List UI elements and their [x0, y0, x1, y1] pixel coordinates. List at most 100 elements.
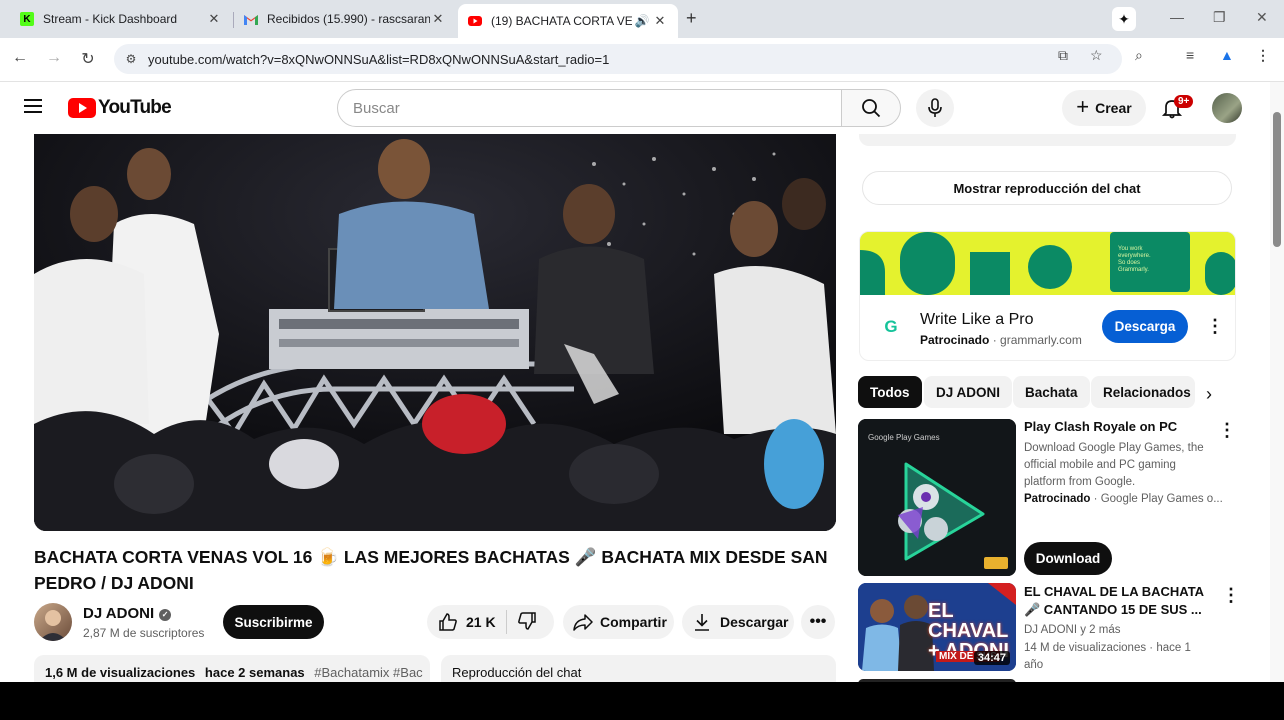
voice-search-button[interactable]	[916, 89, 954, 127]
tab-title: Recibidos (15.990) - rascsarang	[267, 12, 430, 26]
media-controls-icon[interactable]: ≡	[1186, 47, 1194, 63]
close-icon[interactable]: ✕	[652, 13, 668, 29]
restore-icon[interactable]: ❐	[1213, 9, 1226, 26]
ad-sponsor-line: Patrocinado · grammarly.com	[920, 333, 1082, 347]
close-icon[interactable]: ✕	[430, 11, 446, 27]
rec-description: Download Google Play Games, the official…	[1024, 442, 1204, 488]
share-button[interactable]: Compartir	[563, 605, 674, 639]
grammarly-logo-icon: G	[878, 314, 904, 340]
bookmark-star-icon[interactable]: ☆	[1090, 47, 1103, 64]
rec-more-icon[interactable]: ⋮	[1218, 421, 1236, 439]
chat-replay-panel[interactable]: Reproducción del chat	[441, 655, 836, 682]
address-bar[interactable]: ⚙ youtube.com/watch?v=8xQNwONNSuA&list=R…	[114, 44, 1122, 74]
download-button[interactable]: Descargar	[682, 605, 794, 639]
verified-check-icon: ✓	[159, 609, 172, 621]
sidebar-top-card	[859, 134, 1236, 146]
thumbs-up-icon	[439, 613, 457, 631]
forward-icon[interactable]: →	[44, 49, 64, 67]
hamburger-menu-icon[interactable]	[24, 99, 42, 113]
scrollbar-thumb[interactable]	[1273, 112, 1281, 247]
logo-text: YouTube	[98, 97, 172, 118]
chip-bachata[interactable]: Bachata	[1013, 376, 1090, 408]
thumbs-down-icon	[518, 611, 536, 630]
rec-title[interactable]: EL CHAVAL DE LA BACHATA 🎤 CANTANDO 15 DE…	[1024, 583, 1204, 619]
bottom-black-bar	[0, 682, 1284, 720]
more-horizontal-icon: •••	[809, 613, 827, 630]
window-close-icon[interactable]: ✕	[1256, 9, 1268, 26]
rec-channel[interactable]: DJ ADONI y 2 más	[1024, 622, 1209, 639]
description-box[interactable]: 1,6 M de visualizaciones hace 2 semanas …	[34, 655, 430, 682]
tab-title: Stream - Kick Dashboard	[43, 12, 178, 26]
page-scrollbar[interactable]	[1270, 82, 1284, 682]
create-button[interactable]: + Crear	[1062, 90, 1146, 126]
download-icon	[695, 614, 709, 631]
gmail-icon	[244, 12, 258, 26]
rec-views: 14 M de visualizaciones	[1024, 642, 1147, 654]
video-frame	[34, 134, 836, 531]
cast-icon[interactable]: ⧉	[1058, 47, 1068, 64]
search-button[interactable]	[841, 89, 901, 127]
youtube-icon	[468, 14, 482, 28]
close-icon[interactable]: ✕	[206, 11, 222, 27]
chip-relacionados[interactable]: Relacionados	[1091, 376, 1195, 408]
browser-menu-icon[interactable]: ⋮	[1256, 47, 1270, 64]
chat-replay-title: Reproducción del chat	[452, 665, 582, 680]
ad-title: Write Like a Pro	[920, 311, 1034, 328]
notification-badge: 9+	[1174, 95, 1194, 108]
more-actions-button[interactable]: •••	[801, 605, 835, 639]
sponsored-label: Patrocinado	[920, 333, 990, 347]
new-tab-button[interactable]: +	[686, 8, 697, 29]
rec-sponsor-line: Patrocinado · Google Play Games o...	[1024, 493, 1223, 505]
drive-icon[interactable]: ▲	[1220, 47, 1234, 63]
channel-name[interactable]: DJ ADONI ✓	[83, 605, 172, 622]
browser-toolbar: ← → ↻ ⚙ youtube.com/watch?v=8xQNwONNSuA&…	[0, 38, 1284, 82]
video-duration: 34:47	[973, 651, 1010, 665]
video-player[interactable]	[34, 134, 836, 531]
dislike-button[interactable]	[507, 611, 537, 634]
rec-sponsored-label: Patrocinado	[1024, 493, 1091, 505]
rec-thumbnail[interactable]: Google Play Games	[858, 419, 1016, 576]
youtube-play-icon	[68, 98, 96, 118]
site-info-icon[interactable]: ⚙	[114, 52, 148, 66]
url-text[interactable]: youtube.com/watch?v=8xQNwONNSuA&list=RD8…	[148, 52, 609, 67]
ad-more-icon[interactable]: ⋮	[1206, 317, 1224, 335]
like-button[interactable]: 21 K	[427, 610, 507, 634]
view-count: 1,6 M de visualizaciones	[45, 665, 196, 680]
show-chat-replay-button[interactable]: Mostrar reproducción del chat	[862, 171, 1232, 205]
channel-name-text: DJ ADONI	[83, 605, 155, 622]
rec-advertiser: Google Play Games o...	[1100, 493, 1223, 505]
tab-kick[interactable]: K Stream - Kick Dashboard ✕	[10, 4, 232, 34]
tab-gmail[interactable]: Recibidos (15.990) - rascsarang ✕	[234, 4, 456, 34]
download-label: Descargar	[720, 614, 789, 630]
channel-avatar[interactable]	[34, 603, 72, 641]
rec-download-button[interactable]: Download	[1024, 542, 1112, 575]
tab-youtube[interactable]: (19) BACHATA CORTA VENA 🔊 ✕	[458, 4, 678, 38]
ad-banner: You work everywhere. So does Grammarly.	[860, 232, 1235, 295]
create-label: Crear	[1095, 100, 1132, 116]
ad-card[interactable]: You work everywhere. So does Grammarly. G W…	[859, 231, 1236, 361]
minimize-icon[interactable]: —	[1170, 9, 1184, 25]
like-count: 21 K	[466, 614, 496, 630]
video-title: BACHATA CORTA VENAS VOL 16 🍺 LAS MEJORES…	[34, 547, 828, 593]
back-icon[interactable]: ←	[10, 49, 30, 67]
speaker-icon[interactable]: 🔊	[632, 14, 652, 28]
browser-tab-strip: K Stream - Kick Dashboard ✕ Recibidos (1…	[0, 0, 1284, 38]
reload-icon[interactable]: ↻	[78, 49, 98, 69]
share-label: Compartir	[600, 614, 667, 630]
account-avatar[interactable]	[1212, 93, 1242, 123]
chevron-right-icon[interactable]: ›	[1206, 384, 1212, 405]
hashtags[interactable]: #Bachatamix #Bac	[314, 665, 422, 680]
lens-icon[interactable]: ⌕	[1135, 47, 1143, 64]
tab-title: (19) BACHATA CORTA VENA	[491, 14, 632, 28]
chip-todos[interactable]: Todos	[858, 376, 922, 408]
microphone-icon	[928, 98, 942, 117]
search-input[interactable]: Buscar	[337, 89, 842, 127]
ad-download-button[interactable]: Descarga	[1102, 310, 1188, 343]
rec-thumbnail[interactable]: EL CHAVAL + ADONI MIX DE SUS 34:47	[858, 583, 1016, 671]
rec-more-icon[interactable]: ⋮	[1222, 586, 1240, 604]
rec-title[interactable]: Play Clash Royale on PC	[1024, 418, 1204, 436]
chip-dj-adoni[interactable]: DJ ADONI	[924, 376, 1013, 408]
youtube-logo[interactable]: YouTube	[68, 97, 172, 119]
subscribe-button[interactable]: Suscribirme	[223, 605, 324, 639]
gemini-icon[interactable]: ✦	[1112, 7, 1136, 31]
